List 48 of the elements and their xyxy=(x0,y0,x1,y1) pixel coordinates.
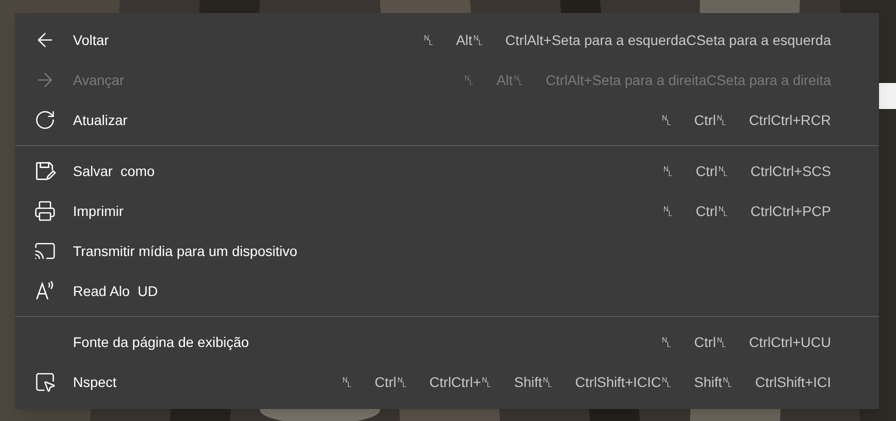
shortcut-text: ␤ xyxy=(662,162,674,180)
shortcut-text: Ctrl␤ xyxy=(696,202,728,220)
menu-item[interactable]: Salvar como ␤ Ctrl␤ CtrlCtrl+SCS xyxy=(15,151,879,191)
menu-item[interactable]: Atualizar ␤ Ctrl␤ CtrlCtrl+RCR xyxy=(15,100,879,140)
shortcut-text: ␤ xyxy=(662,202,674,220)
menu-item[interactable]: Fonte da página de exibição ␤ Ctrl␤ CtrlCtrl+UCU xyxy=(15,322,879,362)
menu-item-label: Voltar xyxy=(73,30,109,50)
menu-item[interactable]: Imprimir ␤ Ctrl␤ CtrlCtrl+PCP xyxy=(15,191,879,231)
shortcut-text: CtrlCtrl+␤ xyxy=(429,372,492,392)
refresh-icon xyxy=(34,109,56,131)
shortcut-text: ␤ xyxy=(661,110,672,130)
printer-icon xyxy=(34,200,56,222)
menu-item-label: Atualizar xyxy=(73,110,128,130)
menu-item-label: Fonte da página de exibição xyxy=(73,332,249,352)
shortcut-text: Shift␤ xyxy=(694,372,734,392)
shortcut-text: ␤ xyxy=(422,30,434,50)
menu-item-label: Nspect xyxy=(73,372,117,392)
menu-item[interactable]: Read Alo UD xyxy=(15,271,879,311)
menu-item-label: Salvar como xyxy=(73,162,155,180)
shortcut-text: CtrlCtrl+RCR xyxy=(748,110,831,130)
shortcut-text: CtrlShift+ICIC␤ xyxy=(575,372,672,392)
menu-item-label: Read Alo UD xyxy=(73,282,158,300)
menu-item[interactable]: Nspect ␤ Ctrl␤ CtrlCtrl+␤ Shift␤ CtrlShift+ICIC␤ Shift␤ CtrlShift+ICI xyxy=(15,362,879,402)
shortcut-text: Ctrl␤ xyxy=(694,110,727,130)
shortcut-text: Ctrl␤ xyxy=(374,372,408,392)
menu-item-label: Avançar xyxy=(73,70,124,90)
read-aloud-icon xyxy=(34,280,56,302)
shortcut-text: ␤ xyxy=(661,332,672,352)
shortcut-text: CtrlCtrl+SCS xyxy=(750,162,831,180)
shortcut-text: CtrlAlt+Seta para a esquerdaCSeta para a esquerda xyxy=(505,30,831,50)
shortcut-text: ␤ xyxy=(342,372,353,392)
inspect-icon xyxy=(34,371,56,393)
shortcut-text: ␤ xyxy=(463,70,474,90)
shortcut-text: CtrlCtrl+PCP xyxy=(750,202,831,220)
shortcut-text: Alt␤ xyxy=(456,30,484,50)
shortcut-text: Shift␤ xyxy=(514,372,554,392)
menu-item-label: Transmitir mídia para um dispositivo xyxy=(73,242,298,261)
shortcut-text: CtrlCtrl+UCU xyxy=(748,332,831,352)
menu-item-label: Imprimir xyxy=(73,202,124,221)
menu-item[interactable]: Voltar ␤ Alt␤ CtrlAlt+Seta para a esquerdaCSeta para a esquerda xyxy=(15,20,879,60)
menu-item[interactable]: Transmitir mídia para um dispositivo xyxy=(15,231,879,271)
shortcut-text: Ctrl␤ xyxy=(696,162,728,180)
shortcut-text: Ctrl␤ xyxy=(694,332,727,352)
save-icon xyxy=(34,160,56,182)
shortcut-text: CtrlAlt+Seta para a direitaCSeta para a direita xyxy=(546,70,831,90)
cast-icon xyxy=(34,240,56,262)
shortcut-text: Alt␤ xyxy=(496,70,524,90)
shortcut-text: CtrlShift+ICI xyxy=(755,372,831,392)
